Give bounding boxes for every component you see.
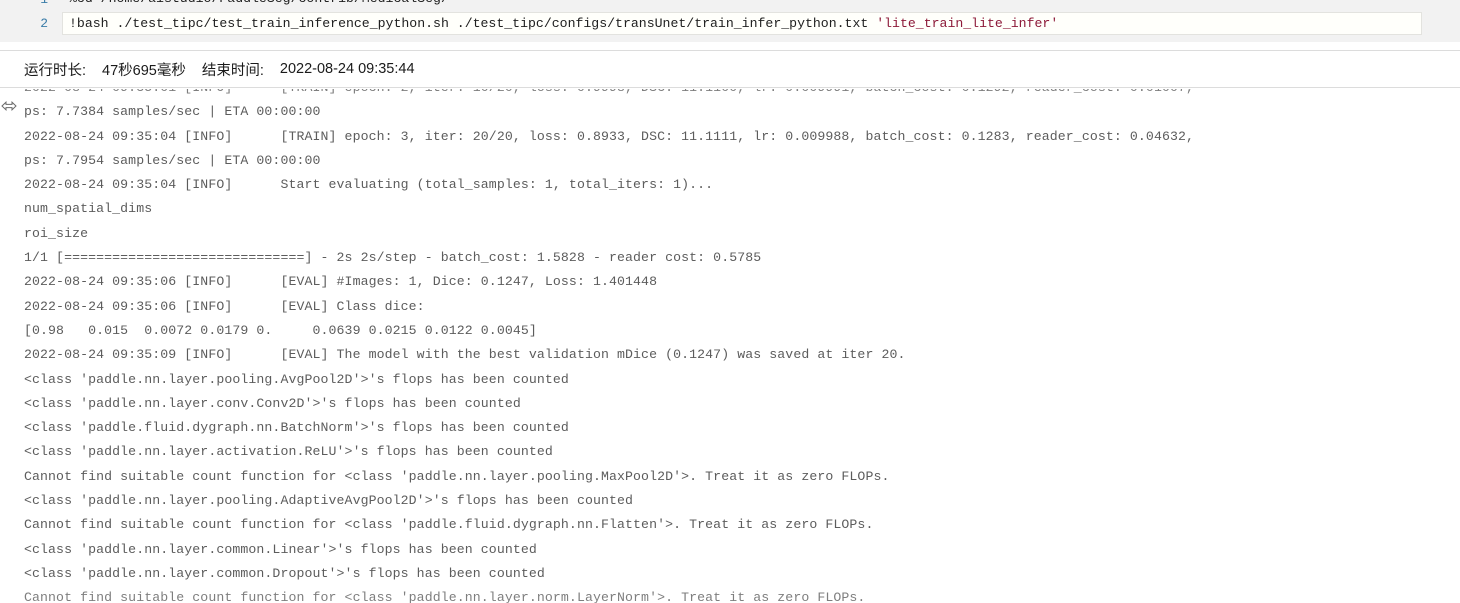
output-line: 2022-08-24 09:35:04 [INFO] [TRAIN] epoch… (24, 128, 1195, 144)
cell-output-terminal[interactable]: 2022-08-24 09:35:01 [INFO] [TRAIN] epoch… (0, 89, 1460, 603)
line-number-2: 2 (40, 16, 48, 31)
output-line: <class 'paddle.nn.layer.common.Dropout'>… (24, 565, 545, 581)
output-line: ps: 7.7954 samples/sec | ETA 00:00:00 (24, 152, 321, 168)
output-line: <class 'paddle.nn.layer.common.Linear'>'… (24, 541, 537, 557)
output-line: Cannot find suitable count function for … (24, 590, 866, 603)
notebook-page: v] 1 %cd /home/aistudio/PaddleSeg/contri… (0, 0, 1460, 603)
output-line: <class 'paddle.fluid.dygraph.nn.BatchNor… (24, 420, 569, 436)
output-line: <class 'paddle.nn.layer.pooling.Adaptive… (24, 493, 634, 509)
output-line: 1/1 [==============================] - 2… (24, 250, 762, 266)
output-line: 2022-08-24 09:35:06 [INFO] [EVAL] #Image… (24, 274, 658, 290)
output-line: num_spatial_dims (24, 201, 153, 217)
end-time-label: 结束时间: (201, 62, 264, 79)
output-line: <class 'paddle.nn.layer.pooling.AvgPool2… (24, 371, 569, 387)
output-line: Cannot find suitable count function for … (24, 517, 874, 533)
run-status-bar: 运行时长: 47秒695毫秒 结束时间: 2022-08-24 09:35:44 (0, 50, 1460, 88)
code-input-field[interactable]: !bash ./test_tipc/test_train_inference_p… (62, 12, 1422, 35)
end-time-value: 2022-08-24 09:35:44 (279, 61, 415, 77)
code-line-2[interactable]: 2 !bash ./test_tipc/test_train_inference… (0, 12, 1460, 36)
code-cell[interactable]: 1 %cd /home/aistudio/PaddleSeg/contrib/M… (0, 0, 1460, 42)
output-line: 2022-08-24 09:35:04 [INFO] Start evaluat… (24, 177, 714, 193)
output-line: <class 'paddle.nn.layer.activation.ReLU'… (24, 444, 553, 460)
output-line: ps: 7.7384 samples/sec | ETA 00:00:00 (24, 104, 321, 120)
output-line: 2022-08-24 09:35:09 [INFO] [EVAL] The mo… (24, 347, 906, 363)
code-command-text: !bash ./test_tipc/test_train_inference_p… (69, 16, 877, 31)
duration-value: 47秒695毫秒 (102, 62, 186, 79)
output-line: [0.98 0.015 0.0072 0.0179 0. 0.0639 0.02… (24, 322, 537, 338)
output-line: roi_size (24, 225, 89, 241)
line-number-1: 1 (0, 0, 62, 12)
output-line: Cannot find suitable count function for … (24, 468, 890, 484)
output-line: 2022-08-24 09:35:06 [INFO] [EVAL] Class … (24, 298, 425, 314)
code-line-1[interactable]: 1 %cd /home/aistudio/PaddleSeg/contrib/M… (0, 0, 1460, 12)
output-line: <class 'paddle.nn.layer.conv.Conv2D'>'s … (24, 395, 521, 411)
code-line-1-text[interactable]: %cd /home/aistudio/PaddleSeg/contrib/Med… (62, 0, 1422, 11)
code-string-literal: 'lite_train_lite_infer' (876, 16, 1059, 31)
duration-label: 运行时长: (24, 62, 87, 79)
output-line: 2022-08-24 09:35:01 [INFO] [TRAIN] epoch… (24, 89, 1460, 100)
